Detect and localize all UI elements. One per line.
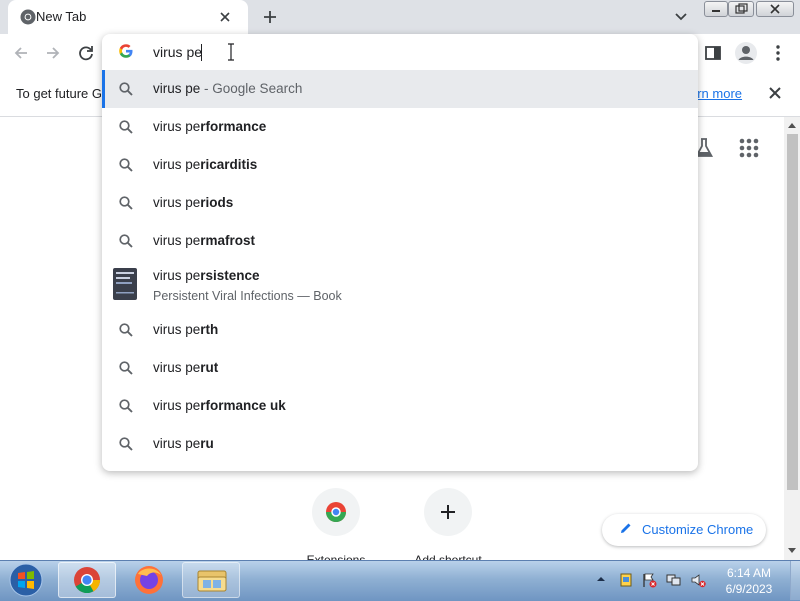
info-bar-text: To get future G xyxy=(16,86,102,101)
show-hidden-icons-arrow-icon[interactable] xyxy=(596,574,606,584)
pencil-icon xyxy=(619,521,633,535)
suggestion-subtitle: Persistent Viral Infections — Book xyxy=(153,289,342,303)
tray-volume-muted-icon[interactable] xyxy=(690,572,706,588)
search-icon xyxy=(118,195,134,211)
google-g-icon xyxy=(118,43,134,59)
search-icon xyxy=(118,233,134,249)
suggestion-text: virus persistence xyxy=(153,268,260,283)
taskbar-clock-time[interactable]: 6:14 AM xyxy=(712,566,786,580)
back-arrow-icon[interactable] xyxy=(10,42,32,64)
google-apps-grid-icon[interactable] xyxy=(738,137,760,159)
search-icon xyxy=(118,360,134,376)
tray-network-icon[interactable] xyxy=(666,572,682,588)
reload-icon[interactable] xyxy=(75,42,97,64)
selected-indicator xyxy=(102,70,105,108)
suggestion-text: virus peru xyxy=(153,436,214,451)
window-restore-button[interactable] xyxy=(728,1,754,17)
show-desktop-button[interactable] xyxy=(790,561,800,600)
window-minimize-button[interactable] xyxy=(704,1,728,17)
suggestion-text: virus pe - Google Search xyxy=(153,81,303,96)
add-shortcut-button[interactable] xyxy=(424,488,472,536)
book-cover-thumbnail xyxy=(113,268,137,300)
chrome-icon xyxy=(20,9,36,25)
close-tab-icon[interactable] xyxy=(216,8,234,26)
close-info-bar-icon[interactable] xyxy=(766,84,784,102)
ibeam-cursor-icon xyxy=(226,43,236,61)
taskbar-firefox-button[interactable] xyxy=(120,562,178,598)
suggestion-text: virus perut xyxy=(153,360,219,375)
taskbar-chrome-button[interactable] xyxy=(58,562,116,598)
scroll-down-arrow-icon[interactable] xyxy=(786,546,798,556)
search-icon xyxy=(118,157,134,173)
suggestion-text: virus periods xyxy=(153,195,234,210)
taskbar-file-explorer-button[interactable] xyxy=(182,562,240,598)
suggestion-text: virus performance uk xyxy=(153,398,286,413)
tab-search-chevron-icon[interactable] xyxy=(670,7,692,27)
search-icon xyxy=(118,322,134,338)
new-tab-button[interactable] xyxy=(258,6,282,28)
windows-start-button[interactable] xyxy=(6,561,46,599)
suggestion-text: virus performance xyxy=(153,119,267,134)
side-panel-icon[interactable] xyxy=(702,42,724,64)
tray-action-center-flag-icon[interactable] xyxy=(641,572,657,588)
kebab-menu-icon[interactable] xyxy=(767,42,789,64)
window-close-button[interactable] xyxy=(756,1,794,17)
profile-avatar-icon[interactable] xyxy=(734,41,758,65)
tab-title: New Tab xyxy=(36,9,87,24)
address-bar-text: virus pe xyxy=(153,44,203,60)
search-icon xyxy=(118,81,134,97)
shortcut-extensions[interactable] xyxy=(312,488,360,536)
suggestion-text: virus permafrost xyxy=(153,233,256,248)
customize-chrome-label: Customize Chrome xyxy=(642,522,754,537)
search-icon xyxy=(118,119,134,135)
forward-arrow-icon[interactable] xyxy=(42,42,64,64)
taskbar-clock-date[interactable]: 6/9/2023 xyxy=(712,582,786,596)
tray-device-icon[interactable] xyxy=(618,572,634,588)
scroll-up-arrow-icon[interactable] xyxy=(786,120,798,130)
search-icon xyxy=(118,398,134,414)
search-icon xyxy=(118,436,134,452)
suggestion-text: virus perth xyxy=(153,322,219,337)
scrollbar-thumb[interactable] xyxy=(787,134,798,490)
suggestion-text: virus pericarditis xyxy=(153,157,258,172)
text-caret xyxy=(201,44,202,61)
